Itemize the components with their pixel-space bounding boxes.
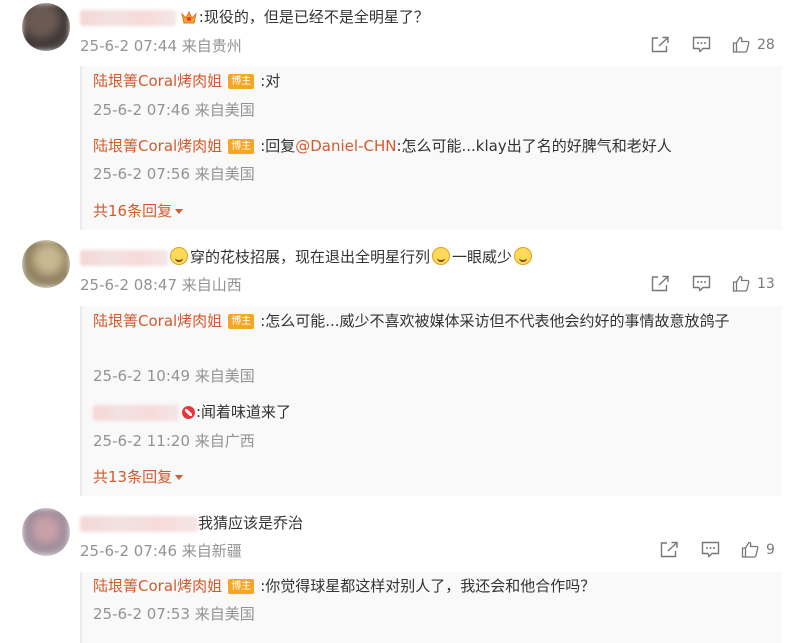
cat-face-emoji-icon xyxy=(170,247,188,265)
reply-location: 来自美国 xyxy=(194,101,255,119)
blurred-username[interactable] xyxy=(80,249,168,266)
comment-meta: 25-6-2 07:44 来自贵州 xyxy=(80,35,242,57)
chevron-down-icon xyxy=(175,475,184,480)
reply-location: 来自美国 xyxy=(194,367,255,385)
reply-text: :怎么可能...威少不喜欢被媒体采访但不代表他会约好的事情故意放鸽子 xyxy=(260,312,730,330)
reply-box: 陆垠箐Coral烤肉姐 博主:对 25-6-2 07:46 来自美国 陆垠箐Cor… xyxy=(80,66,782,230)
reply-text: :怎么可能...klay出了名的好脾气和老好人 xyxy=(396,137,672,155)
comment-text-line: 我猜应该是乔治 xyxy=(80,512,303,534)
reply-prefix: :回复 xyxy=(260,137,296,155)
reply-2: :闻着味道来了 xyxy=(93,401,291,423)
reply-time: 25-6-2 07:46 xyxy=(93,101,190,119)
reply-location: 来自广西 xyxy=(194,432,255,450)
reply-1: 陆垠箐Coral烤肉姐 博主 :怎么可能...威少不喜欢被媒体采访但不代表他会约好的… xyxy=(93,308,773,335)
reply-text: :对 xyxy=(260,72,281,90)
more-replies-button[interactable]: 共13条回复 xyxy=(93,466,184,488)
comment-location: 来自山西 xyxy=(181,276,242,294)
blogger-badge: 博主 xyxy=(228,139,255,154)
cat-face-emoji-icon xyxy=(514,247,533,265)
comment-time: 25-6-2 07:44 xyxy=(80,37,177,55)
comment-text: 一眼威少 xyxy=(452,248,513,266)
crown-badge-icon xyxy=(180,10,197,24)
comment-button[interactable] xyxy=(692,36,711,53)
like-icon xyxy=(741,541,759,558)
reply-author[interactable]: 陆垠箐Coral烤肉姐 xyxy=(93,577,222,595)
more-replies-button[interactable]: 共16条回复 xyxy=(93,200,184,222)
reply-time: 25-6-2 07:56 xyxy=(93,165,190,183)
reply-text: :你觉得球星都这样对别人了，我还会和他合作吗？ xyxy=(260,577,596,595)
comment-actions: 13 xyxy=(651,275,775,292)
blurred-username[interactable] xyxy=(93,404,179,421)
comment-location: 来自贵州 xyxy=(181,37,242,55)
comment-button[interactable] xyxy=(692,275,711,292)
reply-1: 陆垠箐Coral烤肉姐 博主 :你觉得球星都这样对别人了，我还会和他合作吗？ xyxy=(93,575,595,597)
reply-box: 陆垠箐Coral烤肉姐 博主 :怎么可能...威少不喜欢被媒体采访但不代表他会约好的… xyxy=(80,306,782,496)
reply-meta: 25-6-2 11:20 来自广西 xyxy=(93,430,255,452)
comment-actions: 28 xyxy=(651,36,775,53)
reply-meta: 25-6-2 07:46 来自美国 xyxy=(93,99,255,121)
more-replies-label: 共13条回复 xyxy=(93,468,173,486)
like-button[interactable]: 28 xyxy=(732,36,775,53)
blurred-username[interactable] xyxy=(80,515,198,532)
avatar[interactable] xyxy=(22,3,70,51)
reply-time: 25-6-2 10:49 xyxy=(93,367,190,385)
reply-location: 来自美国 xyxy=(194,605,255,623)
more-replies-label: 共16条回复 xyxy=(93,202,173,220)
comment-meta: 25-6-2 07:46 来自新疆 xyxy=(80,540,242,562)
blogger-badge: 博主 xyxy=(228,74,255,89)
reply-text: :闻着味道来了 xyxy=(196,403,292,421)
share-button[interactable] xyxy=(660,541,679,558)
share-icon xyxy=(660,541,678,558)
mention-link[interactable]: @Daniel-CHN xyxy=(295,137,396,155)
comment-text-line: :现役的，但是已经不是全明星了？ xyxy=(80,6,429,28)
like-icon xyxy=(732,275,750,292)
reply-box: 陆垠箐Coral烤肉姐 博主 :你觉得球星都这样对别人了，我还会和他合作吗？ 25-… xyxy=(80,572,782,643)
like-icon xyxy=(732,36,750,53)
like-button[interactable]: 9 xyxy=(741,541,775,558)
reply-time: 25-6-2 07:53 xyxy=(93,605,190,623)
comment-time: 25-6-2 08:47 xyxy=(80,276,177,294)
blogger-badge: 博主 xyxy=(228,579,255,594)
share-button[interactable] xyxy=(651,275,670,292)
comment-time: 25-6-2 07:46 xyxy=(80,542,177,560)
cat-face-emoji-icon xyxy=(432,247,451,265)
comment-text: 穿的花枝招展，现在退出全明星行列 xyxy=(190,248,431,266)
share-icon xyxy=(651,36,669,53)
comment-icon xyxy=(692,36,711,53)
like-count: 9 xyxy=(766,541,775,558)
comment-icon xyxy=(692,275,711,292)
reply-author[interactable]: 陆垠箐Coral烤肉姐 xyxy=(93,312,222,330)
reply-author[interactable]: 陆垠箐Coral烤肉姐 xyxy=(93,137,222,155)
blogger-badge: 博主 xyxy=(228,314,255,329)
like-button[interactable]: 13 xyxy=(732,275,775,292)
like-count: 28 xyxy=(757,36,775,53)
comment-text-line: 穿的花枝招展，现在退出全明星行列 一眼威少 xyxy=(80,246,534,268)
comment-actions: 9 xyxy=(660,541,775,558)
avatar[interactable] xyxy=(22,240,70,288)
reply-author[interactable]: 陆垠箐Coral烤肉姐 xyxy=(93,72,222,90)
reply-meta: 25-6-2 07:53 来自美国 xyxy=(93,603,255,625)
like-count: 13 xyxy=(757,275,775,292)
red-badge-icon xyxy=(182,406,195,419)
comment-text: :现役的，但是已经不是全明星了？ xyxy=(198,8,429,26)
share-button[interactable] xyxy=(651,36,670,53)
reply-1: 陆垠箐Coral烤肉姐 博主 :对 xyxy=(93,70,280,92)
comment-icon xyxy=(701,541,720,558)
comment-text: 我猜应该是乔治 xyxy=(198,514,304,532)
share-icon xyxy=(651,275,669,292)
avatar[interactable] xyxy=(22,508,70,556)
blurred-username[interactable] xyxy=(80,9,176,26)
reply-2: 陆垠箐Coral烤肉姐 博主 :回复@Daniel-CHN:怎么可能...klay出… xyxy=(93,135,672,157)
chevron-down-icon xyxy=(175,209,184,214)
comment-button[interactable] xyxy=(701,541,720,558)
comment-meta: 25-6-2 08:47 来自山西 xyxy=(80,274,242,296)
comment-location: 来自新疆 xyxy=(181,542,242,560)
reply-location: 来自美国 xyxy=(194,165,255,183)
reply-time: 25-6-2 11:20 xyxy=(93,432,190,450)
reply-meta: 25-6-2 07:56 来自美国 xyxy=(93,163,255,185)
reply-meta: 25-6-2 10:49 来自美国 xyxy=(93,365,255,387)
